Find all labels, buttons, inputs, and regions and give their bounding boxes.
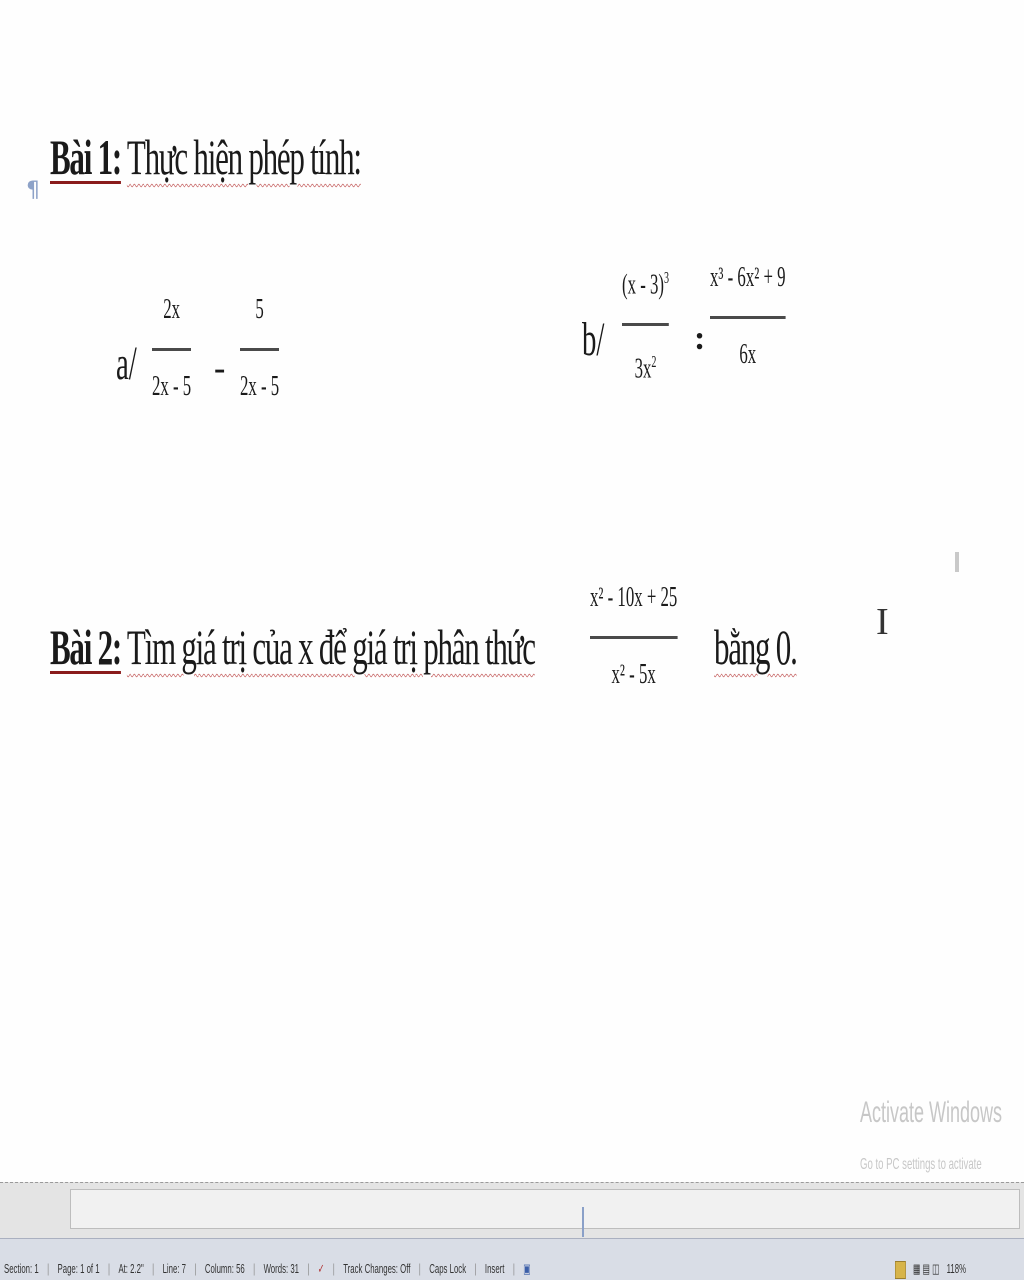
view-buttons[interactable]: ▦ ▤ ◫: [913, 1261, 939, 1279]
exercise-1-label: Bài 1:: [50, 129, 122, 185]
text-cursor-icon: I: [876, 601, 889, 643]
denominator-exponent: 2: [651, 352, 657, 372]
status-bar: Section: 1 | Page: 1 of 1 | At: 2.2" | L…: [0, 1238, 1024, 1280]
exercise-1-text: Thực hiện phép tính:: [126, 129, 362, 185]
view-controls: ▦ ▤ ◫ 118%: [895, 1261, 966, 1279]
watermark-subtitle: Go to PC settings to activate: [860, 1156, 982, 1173]
part-a-fraction-1: 2x 2x - 5: [152, 294, 192, 403]
paragraph-mark-icon: ¶: [26, 178, 40, 203]
part-a-fraction-2: 5 2x - 5: [240, 294, 280, 403]
scrollbar-track[interactable]: [70, 1189, 1020, 1229]
fraction-bar: [240, 348, 280, 351]
watermark-title: Activate Windows: [860, 1096, 1003, 1129]
part-b-label: b/: [582, 313, 605, 366]
fraction-numerator: x² - 10x + 25: [590, 582, 678, 613]
scrollbar-thumb[interactable]: [582, 1207, 584, 1237]
fraction-bar: [152, 348, 192, 351]
exercise-2-fraction: x² - 10x + 25 x² - 5x: [590, 582, 678, 691]
scroll-position-mark: [955, 552, 959, 572]
layout-view-icon[interactable]: [895, 1261, 906, 1279]
status-column[interactable]: Column: 56: [205, 1261, 245, 1277]
status-line[interactable]: Line: 7: [163, 1261, 186, 1277]
status-words[interactable]: Words: 31: [264, 1261, 299, 1277]
exercise-1-heading: Bài 1: Thực hiện phép tính:: [50, 128, 362, 186]
horizontal-scrollbar[interactable]: [0, 1182, 1024, 1239]
fraction-bar: [622, 323, 670, 327]
fraction-numerator: (x - 3)3: [622, 262, 669, 301]
numerator-base: (x - 3): [622, 269, 664, 301]
exercise-2-text: Tìm giá trị của x để giá trị phân thức: [126, 619, 536, 675]
fraction-denominator: 6x: [739, 339, 757, 370]
fraction-denominator: x² - 5x: [611, 659, 656, 690]
status-items: Section: 1 | Page: 1 of 1 | At: 2.2" | L…: [4, 1261, 531, 1277]
denominator-base: 3x: [634, 353, 652, 385]
exercise-2-heading: Bài 2: Tìm giá trị của x để giá trị phân…: [50, 618, 536, 676]
status-page[interactable]: Page: 1 of 1: [58, 1261, 100, 1277]
numerator-exponent: 3: [663, 268, 670, 287]
exercise-2-suffix: bằng 0.: [714, 618, 798, 676]
fraction-bar: [590, 636, 678, 639]
part-b-fraction-1: (x - 3)3 3x2: [622, 262, 670, 386]
word-document-window: ¶ Bài 1: Thực hiện phép tính: a/ 2x 2x -…: [0, 0, 1024, 1280]
fraction-numerator: 2x: [163, 294, 180, 325]
part-a-operator: -: [214, 350, 226, 387]
exercise-2-suffix-text: bằng 0.: [714, 619, 798, 675]
status-track-changes[interactable]: Track Changes: Off: [343, 1261, 410, 1277]
part-b-operator: :: [694, 320, 706, 357]
spelling-check-icon[interactable]: ✓: [318, 1261, 325, 1277]
part-b-fraction-2: x³ - 6x² + 9 6x: [710, 262, 786, 371]
status-caps-lock[interactable]: Caps Lock: [429, 1261, 466, 1277]
status-insert[interactable]: Insert: [485, 1261, 505, 1277]
status-at[interactable]: At: 2.2": [118, 1261, 143, 1277]
macro-record-icon[interactable]: ▣: [523, 1261, 530, 1277]
document-canvas[interactable]: ¶ Bài 1: Thực hiện phép tính: a/ 2x 2x -…: [0, 0, 1024, 1182]
fraction-denominator: 2x - 5: [152, 371, 192, 402]
fraction-denominator: 3x2: [635, 346, 657, 385]
fraction-numerator: x³ - 6x² + 9: [710, 262, 786, 293]
part-a-label: a/: [116, 337, 137, 390]
status-section[interactable]: Section: 1: [4, 1261, 39, 1277]
activate-windows-watermark: Activate Windows Go to PC settings to ac…: [860, 1096, 1024, 1174]
fraction-numerator: 5: [255, 294, 264, 325]
fraction-denominator: 2x - 5: [240, 371, 280, 402]
fraction-bar: [710, 316, 786, 319]
zoom-level[interactable]: 118%: [947, 1261, 966, 1279]
exercise-2-label: Bài 2:: [50, 619, 122, 675]
